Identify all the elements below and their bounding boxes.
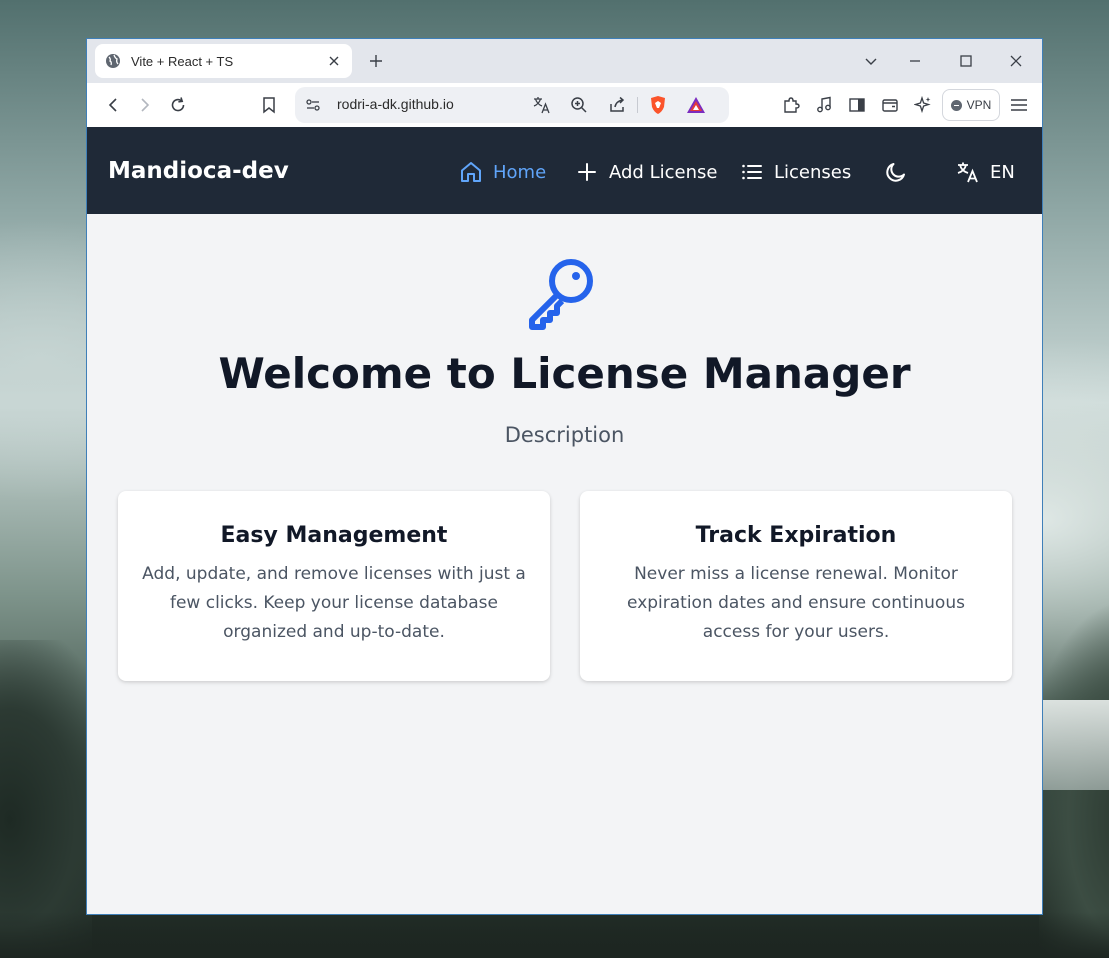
nav-licenses[interactable]: Licenses (740, 159, 851, 185)
sidebar-icon[interactable] (847, 95, 867, 115)
site-settings-icon[interactable] (303, 95, 323, 115)
feature-card-title: Easy Management (220, 523, 448, 548)
reload-icon[interactable] (168, 95, 188, 115)
browser-tab[interactable]: Vite + React + TS (95, 44, 352, 78)
tab-title: Vite + React + TS (131, 53, 234, 69)
feature-card-text: Never miss a license renewal. Monitor ex… (627, 564, 965, 642)
divider (637, 97, 638, 113)
theme-toggle-button[interactable] (884, 159, 908, 185)
browser-window: Vite + React + TS rodri-a-dk.github.io V… (86, 38, 1043, 915)
rewards-triangle-icon[interactable] (686, 95, 706, 115)
chevron-down-icon[interactable] (861, 51, 881, 71)
browser-toolbar: rodri-a-dk.github.io VPN (87, 83, 1042, 127)
moon-icon (884, 160, 908, 184)
feature-card-text: Add, update, and remove licenses with ju… (142, 564, 526, 642)
home-icon (459, 160, 483, 184)
nav-add-license[interactable]: Add License (575, 159, 717, 185)
hero-title: Welcome to License Manager (218, 349, 911, 398)
feature-card-easy-management: Easy Management Add, update, and remove … (118, 491, 550, 681)
vpn-status-icon (950, 99, 962, 111)
share-icon[interactable] (607, 95, 627, 115)
menu-icon[interactable] (1009, 95, 1029, 115)
nav-home-label: Home (493, 161, 547, 183)
feature-card-track-expiration: Track Expiration Never miss a license re… (580, 491, 1012, 681)
vpn-label: VPN (966, 98, 992, 112)
translate-icon[interactable] (532, 95, 552, 115)
plus-icon[interactable] (367, 52, 385, 70)
nav-add-license-label: Add License (609, 161, 718, 183)
address-bar-url: rodri-a-dk.github.io (337, 96, 454, 112)
tab-strip: Vite + React + TS (87, 39, 1042, 83)
close-icon[interactable] (326, 53, 342, 69)
globe-icon (105, 53, 121, 69)
translate-icon (956, 160, 980, 184)
hero-description: Description (504, 423, 625, 447)
maximize-icon[interactable] (956, 51, 976, 71)
close-window-icon[interactable] (1006, 51, 1026, 71)
key-icon (524, 251, 604, 331)
brand-logo[interactable]: Mandioca-dev (108, 158, 289, 184)
app-navbar: Mandioca-dev Home Add License Licenses E… (87, 127, 1042, 214)
nav-home[interactable]: Home (459, 159, 546, 185)
list-icon (740, 160, 764, 184)
music-icon[interactable] (814, 95, 834, 115)
language-button[interactable]: EN (956, 159, 1015, 185)
back-icon[interactable] (103, 95, 123, 115)
address-bar[interactable]: rodri-a-dk.github.io (295, 87, 729, 123)
forward-icon[interactable] (135, 95, 155, 115)
nav-licenses-label: Licenses (774, 161, 852, 183)
leo-ai-icon[interactable] (913, 95, 933, 115)
page-viewport: Mandioca-dev Home Add License Licenses E… (87, 127, 1042, 914)
bookmark-icon[interactable] (259, 95, 279, 115)
language-label: EN (990, 161, 1015, 183)
brave-shields-icon[interactable] (648, 95, 668, 115)
desktop-wallpaper-water (1043, 700, 1109, 790)
wallet-icon[interactable] (880, 95, 900, 115)
desktop-wallpaper-ground (0, 912, 1109, 958)
extensions-icon[interactable] (781, 95, 801, 115)
vpn-button[interactable]: VPN (942, 89, 1000, 121)
zoom-icon[interactable] (569, 95, 589, 115)
feature-card-title: Track Expiration (695, 523, 897, 548)
desktop-wallpaper-rock (0, 640, 92, 958)
minimize-icon[interactable] (905, 51, 925, 71)
plus-icon (575, 160, 599, 184)
